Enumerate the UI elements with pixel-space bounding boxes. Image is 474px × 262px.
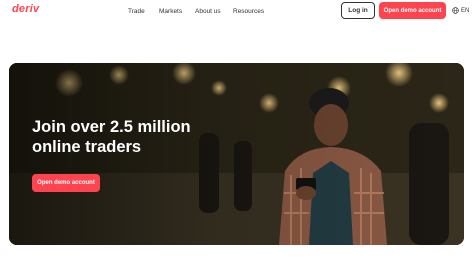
nav-trade[interactable]: Trade <box>128 8 145 15</box>
nav-markets[interactable]: Markets <box>159 8 182 15</box>
hero-open-demo-account-button[interactable]: Open demo account <box>32 174 100 192</box>
language-label: EN <box>461 7 470 14</box>
deriv-logo[interactable]: deriv <box>12 3 39 15</box>
top-navigation: deriv Trade Markets About us Resources L… <box>0 0 474 24</box>
hero-headline: Join over 2.5 million online traders <box>32 118 191 156</box>
nav-resources[interactable]: Resources <box>233 8 264 15</box>
open-demo-account-button[interactable]: Open demo account <box>379 2 446 19</box>
login-button[interactable]: Log in <box>341 2 375 19</box>
language-selector[interactable]: EN <box>452 7 469 14</box>
hero-banner: Join over 2.5 million online traders Ope… <box>9 63 464 245</box>
globe-icon <box>452 7 459 14</box>
nav-about-us[interactable]: About us <box>195 8 221 15</box>
